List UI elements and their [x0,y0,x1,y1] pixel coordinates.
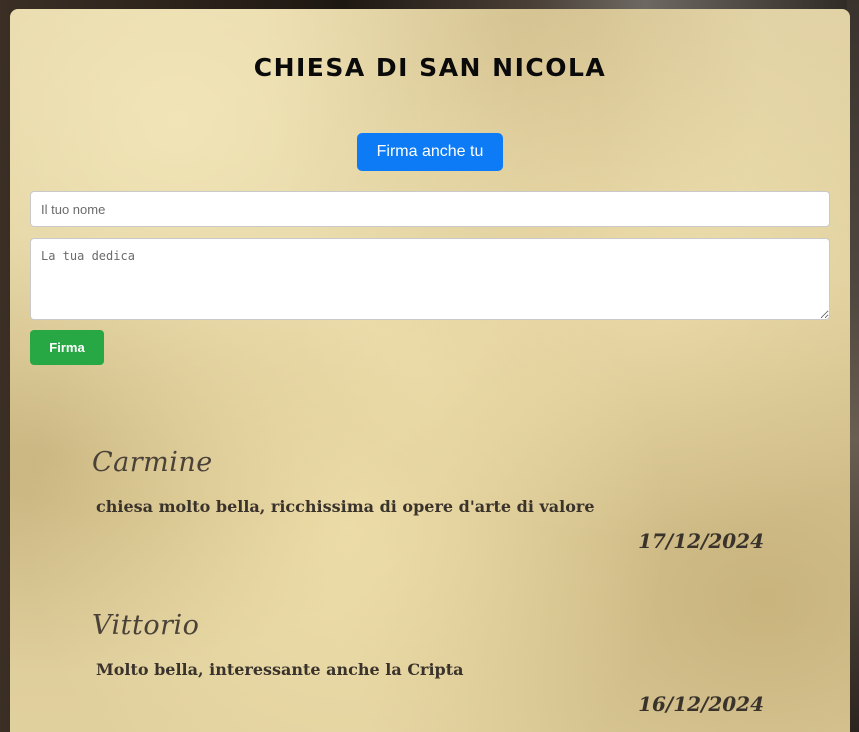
entry-message: Molto bella, interessante anche la Cript… [96,660,464,679]
guestbook-card: CHIESA DI SAN NICOLA Firma anche tu Firm… [10,9,850,732]
entry-author: Carmine [92,447,213,478]
submit-signature-button[interactable]: Firma [30,330,104,365]
entry-date: 16/12/2024 [638,692,764,716]
name-input[interactable] [30,191,830,227]
guestbook-entry: Vittorio Molto bella, interessante anche… [92,610,772,730]
page-title: CHIESA DI SAN NICOLA [253,53,607,82]
dedication-textarea[interactable] [30,238,830,320]
entry-author: Vittorio [92,610,200,641]
entry-message: chiesa molto bella, ricchissima di opere… [96,497,595,516]
entry-date: 17/12/2024 [638,529,764,553]
guestbook-entry: Carmine chiesa molto bella, ricchissima … [92,447,772,567]
sign-toggle-button[interactable]: Firma anche tu [357,133,503,171]
